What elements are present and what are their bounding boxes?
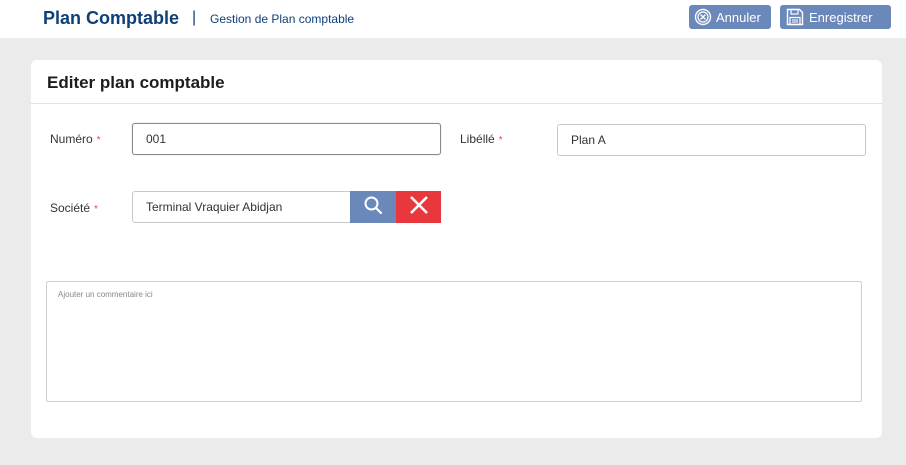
title-separator: | xyxy=(192,9,197,26)
libelle-label: Libéllé * xyxy=(460,132,503,146)
societe-value: Terminal Vraquier Abidjan xyxy=(146,200,283,214)
libelle-value: Plan A xyxy=(571,133,606,147)
top-bar: Plan Comptable | Gestion de Plan comptab… xyxy=(0,0,906,38)
numero-value: 001 xyxy=(146,132,167,146)
required-marker: * xyxy=(94,204,98,215)
societe-label: Société * xyxy=(50,201,98,215)
numero-label-text: Numéro xyxy=(50,132,93,146)
search-societe-button[interactable] xyxy=(350,191,396,223)
required-marker: * xyxy=(498,135,503,146)
edit-form-card: Editer plan comptable Numéro * 001 Libéll… xyxy=(31,60,882,438)
cancel-circle-icon xyxy=(694,8,712,26)
societe-field[interactable]: Terminal Vraquier Abidjan xyxy=(132,191,351,223)
search-icon xyxy=(363,195,383,220)
comment-placeholder: Ajouter un commentaire ici xyxy=(58,290,153,299)
comment-textarea[interactable]: Ajouter un commentaire ici xyxy=(46,281,862,402)
cancel-button[interactable]: Annuler xyxy=(689,5,771,29)
societe-label-text: Société xyxy=(50,201,91,215)
required-marker: * xyxy=(96,135,101,146)
page-subtitle: Gestion de Plan comptable xyxy=(210,12,355,26)
close-icon xyxy=(409,195,429,220)
title-divider xyxy=(31,103,882,104)
floppy-disk-icon xyxy=(785,7,805,27)
clear-societe-button[interactable] xyxy=(396,191,441,223)
numero-label: Numéro * xyxy=(50,132,101,146)
libelle-field[interactable]: Plan A xyxy=(557,124,866,156)
numero-field[interactable]: 001 xyxy=(132,123,441,155)
save-button[interactable]: Enregistrer xyxy=(780,5,891,29)
save-label: Enregistrer xyxy=(809,9,873,25)
libelle-label-text: Libéllé xyxy=(460,132,495,146)
app-title: Plan Comptable xyxy=(43,8,180,28)
cancel-label: Annuler xyxy=(716,9,761,25)
form-title: Editer plan comptable xyxy=(47,73,225,92)
